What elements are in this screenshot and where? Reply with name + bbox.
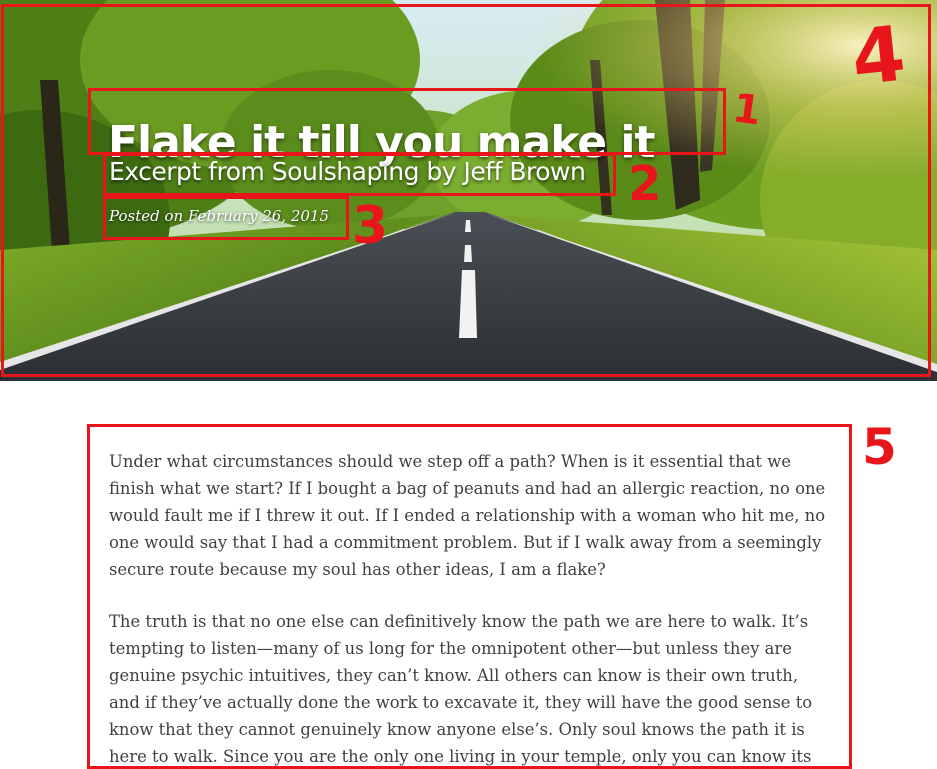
annotation-marker-2: 2 bbox=[628, 156, 662, 212]
post-body-text: Under what circumstances should we step … bbox=[109, 448, 834, 766]
body-paragraph: The truth is that no one else can defini… bbox=[109, 612, 813, 766]
annotation-box-3 bbox=[103, 196, 349, 240]
annotation-marker-4: 4 bbox=[847, 8, 910, 103]
annotation-box-2 bbox=[103, 153, 616, 196]
annotation-marker-5: 5 bbox=[862, 418, 897, 476]
body-paragraph: Under what circumstances should we step … bbox=[109, 452, 826, 579]
annotation-marker-3: 3 bbox=[352, 196, 389, 256]
annotation-box-1 bbox=[88, 88, 726, 155]
post-body: Under what circumstances should we step … bbox=[87, 424, 852, 769]
blog-post-page: Flake it till you make it Excerpt from S… bbox=[0, 0, 937, 769]
annotation-marker-1: 1 bbox=[729, 85, 764, 135]
